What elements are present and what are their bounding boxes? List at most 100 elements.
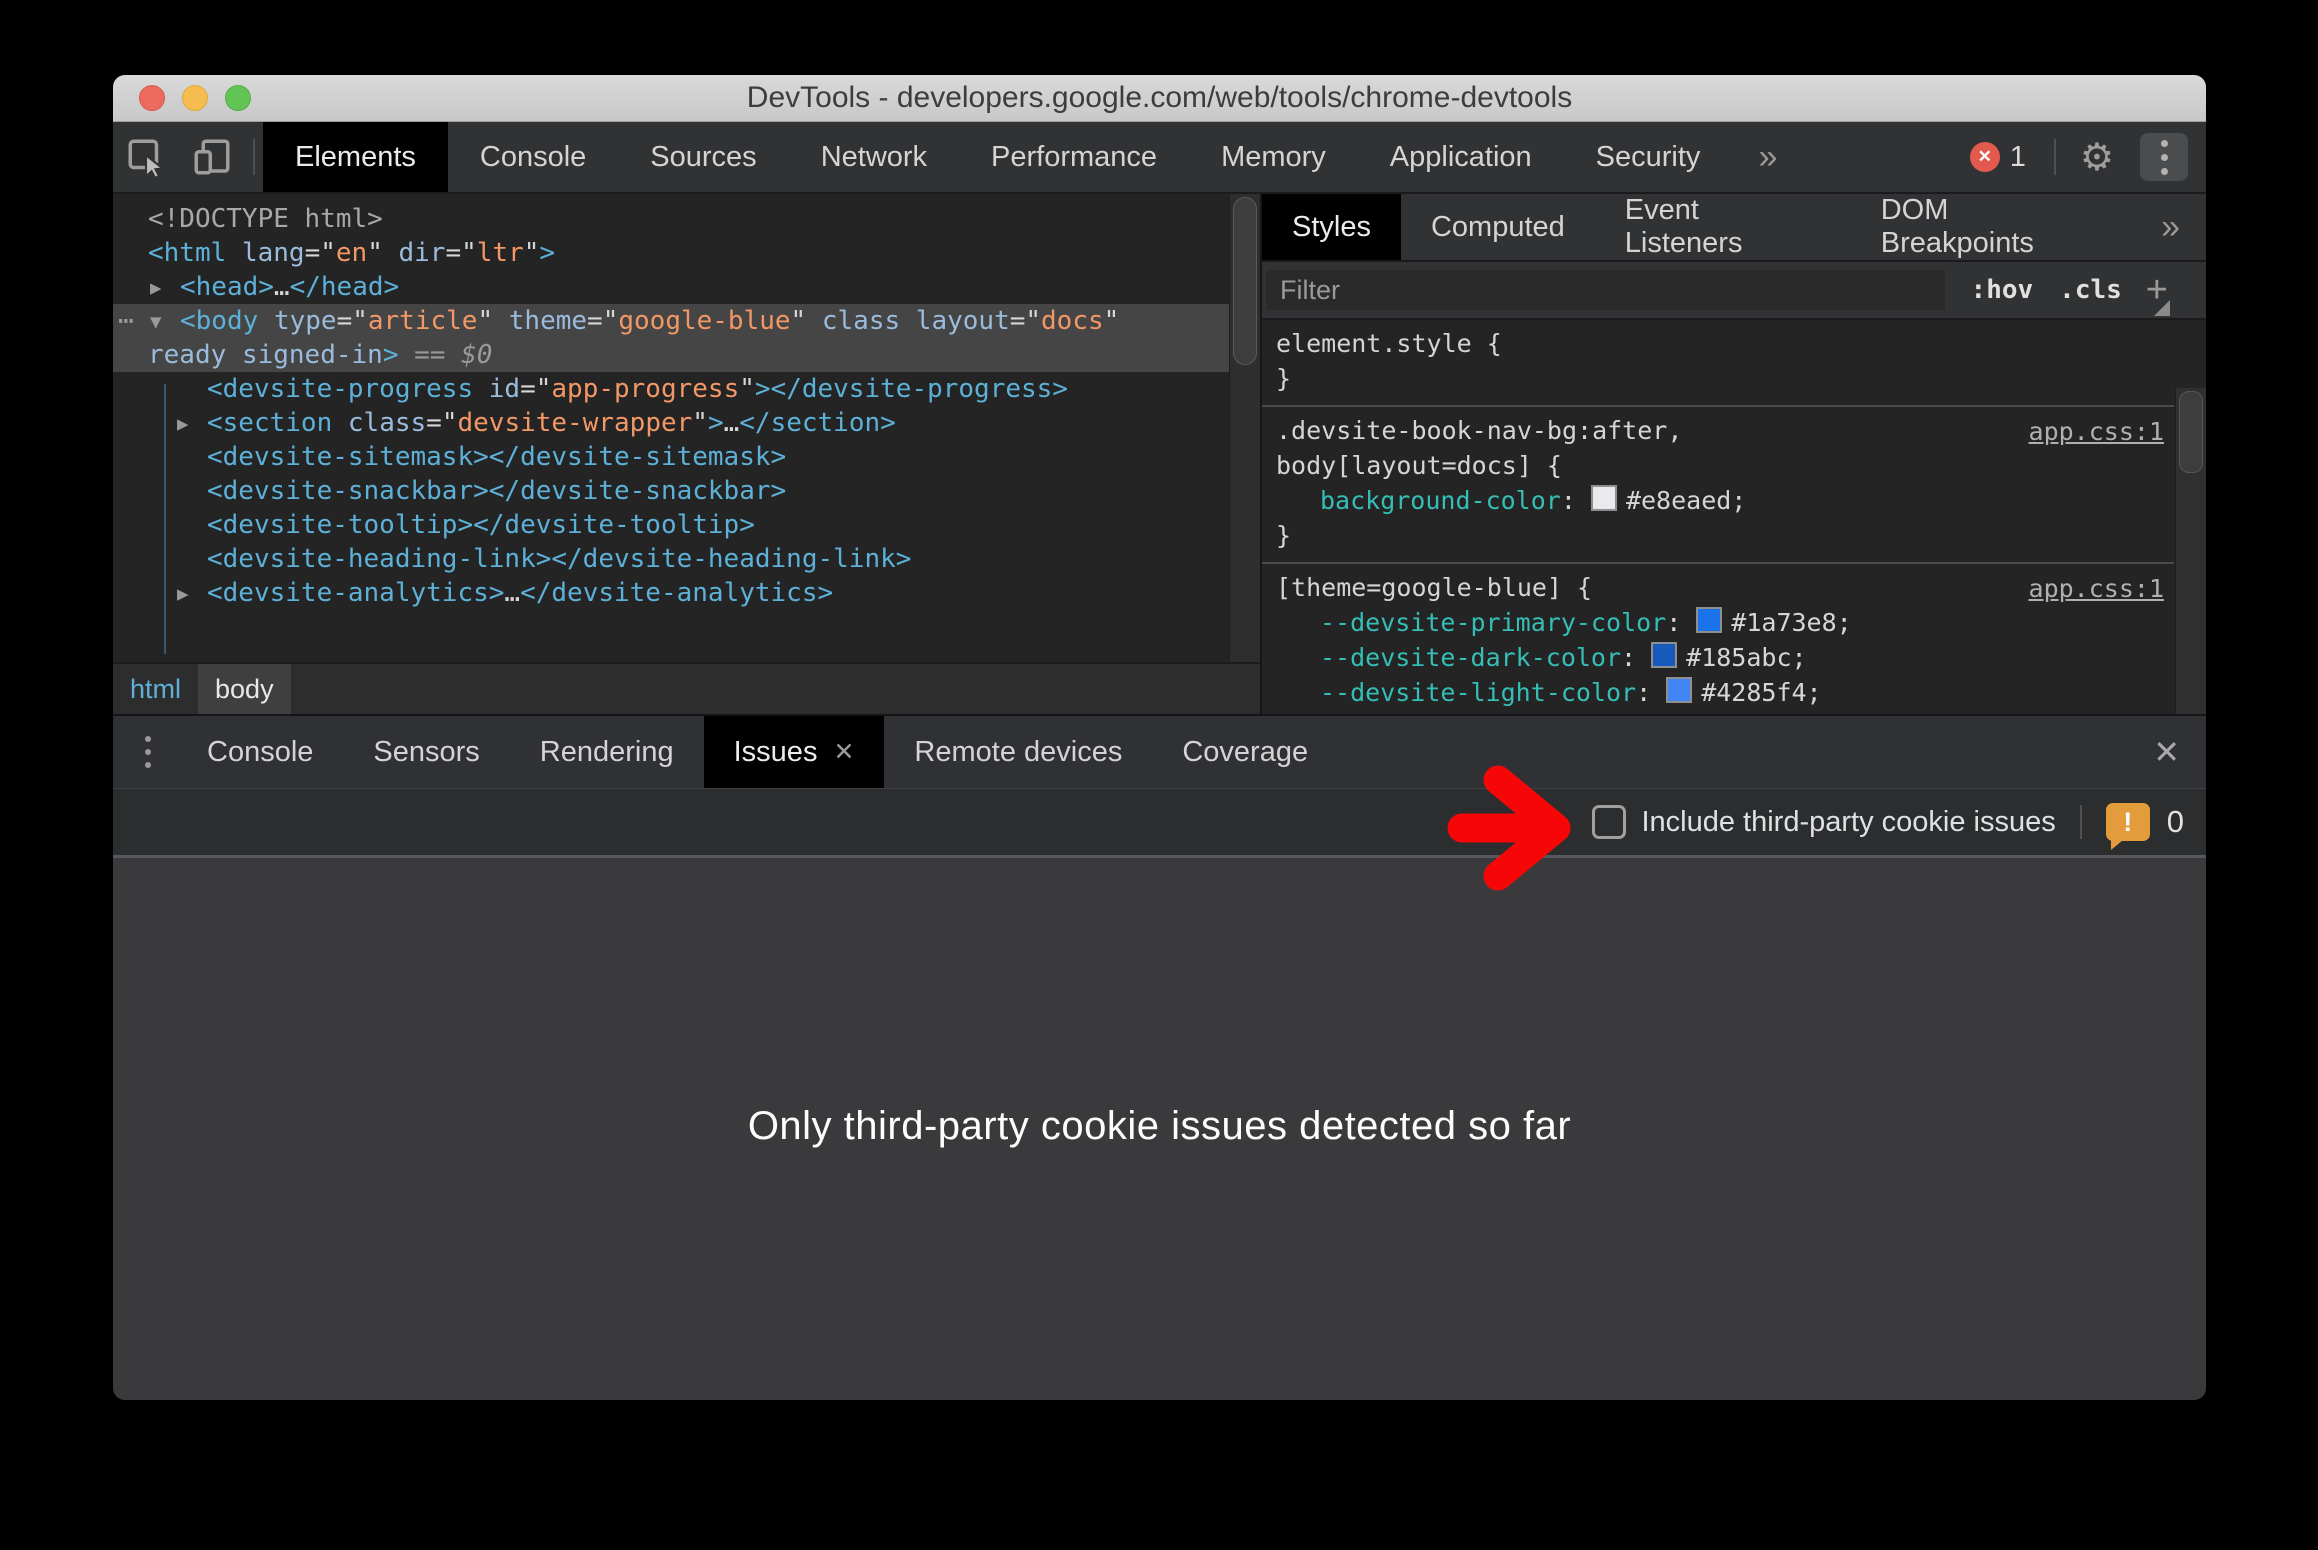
css-selector-line[interactable]: }: [1262, 518, 2174, 553]
issues-panel-body: Only third-party cookie issues detected …: [113, 858, 2206, 1400]
dom-tree-line[interactable]: ▶ <section class="devsite-wrapper">…</sec…: [113, 406, 1230, 440]
toolbar-tabs: Elements Console Sources Network Performance…: [263, 122, 1732, 192]
drawer-tab-coverage[interactable]: Coverage: [1152, 716, 1338, 788]
close-drawer-icon[interactable]: ✕: [2153, 716, 2180, 788]
dom-tree-line[interactable]: <devsite-tooltip></devsite-tooltip>: [113, 508, 1230, 542]
breadcrumb-body[interactable]: body: [198, 664, 291, 714]
elements-panel: <!DOCTYPE html> <html lang="en" dir="ltr"…: [113, 194, 1260, 714]
dom-tree-line[interactable]: ⋯ ▼ <body type="article" theme="google-blu…: [113, 304, 1230, 338]
styles-tab-event-listeners[interactable]: Event Listeners: [1595, 194, 1851, 260]
styles-scrollbar[interactable]: [2175, 388, 2206, 714]
css-declaration[interactable]: --devsite-dark-color: #185abc;: [1262, 640, 2174, 675]
css-declaration[interactable]: --devsite-light-color: #4285f4;: [1262, 675, 2174, 710]
collapse-node-icon[interactable]: ▼: [150, 305, 161, 339]
toggle-device-toolbar-button[interactable]: [179, 122, 245, 192]
close-issues-tab-icon[interactable]: ✕: [833, 737, 854, 767]
dom-tree-line[interactable]: <devsite-snackbar></devsite-snackbar>: [113, 474, 1230, 508]
dom-tree-line[interactable]: ▶ <head>…</head>: [113, 270, 1230, 304]
expand-node-icon[interactable]: ▶: [177, 577, 188, 611]
include-third-party-cookie-checkbox[interactable]: [1592, 805, 1627, 839]
styles-content: element.style {} app.css:1 .devsite-book-n…: [1262, 320, 2206, 714]
devtools-window: DevTools - developers.google.com/web/too…: [113, 75, 2206, 1400]
styles-more-tabs-chevron[interactable]: »: [2135, 194, 2206, 260]
color-swatch[interactable]: [1666, 677, 1693, 703]
issues-toolbar: Include third-party cookie issues ! 0: [113, 788, 2206, 858]
dom-tree-line[interactable]: <devsite-heading-link></devsite-heading-…: [113, 542, 1230, 576]
css-selector-line[interactable]: }: [1262, 361, 2174, 396]
inspect-element-button[interactable]: [113, 122, 179, 192]
toolbar-tab-sources[interactable]: Sources: [618, 122, 788, 192]
style-rules: element.style {} app.css:1 .devsite-book-n…: [1262, 320, 2174, 714]
stylesheet-link[interactable]: app.css:1: [2029, 571, 2164, 606]
css-declaration[interactable]: background-color: #e8eaed;: [1262, 483, 2174, 518]
pane-resize-triangle-icon[interactable]: [2154, 300, 2170, 316]
color-swatch[interactable]: [1651, 642, 1678, 668]
style-rule[interactable]: element.style {}: [1262, 320, 2174, 407]
toolbar-tab-console[interactable]: Console: [448, 122, 618, 192]
include-third-party-cookie-label[interactable]: Include third-party cookie issues: [1641, 806, 2055, 839]
stylesheet-link[interactable]: app.css:1: [2029, 414, 2164, 449]
issues-empty-message: Only third-party cookie issues detected …: [747, 1103, 1572, 1148]
toolbar-tab-performance[interactable]: Performance: [959, 122, 1189, 192]
toolbar-tab-elements[interactable]: Elements: [263, 122, 448, 192]
style-rule[interactable]: app.css:1 .devsite-book-nav-bg:after, body…: [1262, 407, 2174, 564]
dom-tree-line[interactable]: ready signed-in> == $0: [113, 338, 1230, 372]
css-selector-line[interactable]: element.style {: [1262, 326, 2174, 361]
toggle-hover-state-button[interactable]: :hov: [1971, 275, 2034, 305]
toolbar-tab-security[interactable]: Security: [1564, 122, 1733, 192]
dom-tree-line[interactable]: <devsite-progress id="app-progress"></de…: [113, 372, 1230, 406]
drawer-tab-strip: Console Sensors Rendering Issues ✕ Remote dev…: [177, 716, 1338, 788]
drawer-tab-remote-devices[interactable]: Remote devices: [884, 716, 1152, 788]
styles-tab-styles[interactable]: Styles: [1262, 194, 1401, 260]
error-badge[interactable]: ✕ 1: [1969, 140, 2026, 174]
toolbar-separator: [2079, 805, 2082, 839]
styles-filter-input[interactable]: [1266, 270, 1945, 310]
dom-tree-line[interactable]: <!DOCTYPE html>: [113, 202, 1230, 236]
dom-tree-line[interactable]: <html lang="en" dir="ltr">: [113, 236, 1230, 270]
breadcrumb-html[interactable]: html: [113, 664, 198, 714]
elements-scrollbar-thumb[interactable]: [1233, 197, 1257, 365]
elements-scrollbar[interactable]: [1229, 194, 1260, 662]
styles-panel: Styles Computed Event Listeners DOM Breakpo…: [1262, 194, 2206, 714]
css-declaration[interactable]: --devsite-primary-color: #1a73e8;: [1262, 605, 2174, 640]
dom-tree-line[interactable]: ▶ <devsite-analytics>…</devsite-analytics…: [113, 576, 1230, 610]
main-split: <!DOCTYPE html> <html lang="en" dir="ltr"…: [113, 194, 2206, 714]
devtools-main-toolbar: Elements Console Sources Network Performance…: [113, 122, 2206, 194]
style-rule[interactable]: app.css:1 [theme=google-blue] {--devsite-…: [1262, 564, 2174, 714]
error-circle-icon: ✕: [1969, 142, 2000, 172]
customize-devtools-menu-button[interactable]: [2140, 133, 2188, 181]
color-swatch[interactable]: [1696, 607, 1723, 633]
inspect-cursor-icon: [128, 139, 166, 178]
styles-tab-computed[interactable]: Computed: [1401, 194, 1595, 260]
breadcrumb: html body: [113, 662, 1260, 714]
drawer-menu-kebab-icon[interactable]: [113, 716, 177, 788]
node-actions-icon[interactable]: ⋯: [118, 304, 134, 338]
dom-tree: <!DOCTYPE html> <html lang="en" dir="ltr"…: [113, 194, 1230, 662]
expand-node-icon[interactable]: ▶: [177, 407, 188, 441]
drawer-tab-issues[interactable]: Issues ✕: [703, 716, 885, 788]
styles-tab-dom-breakpoints[interactable]: DOM Breakpoints: [1851, 194, 2135, 260]
color-swatch[interactable]: [1590, 485, 1617, 511]
styles-sidebar-tabs: Styles Computed Event Listeners DOM Breakpo…: [1262, 194, 2206, 262]
dom-tree-wrap: <!DOCTYPE html> <html lang="en" dir="ltr"…: [113, 194, 1260, 662]
dom-tree-line[interactable]: <devsite-sitemask></devsite-sitemask>: [113, 440, 1230, 474]
toolbar-tab-application[interactable]: Application: [1358, 122, 1564, 192]
settings-gear-icon[interactable]: ⚙: [2064, 135, 2130, 179]
issues-count: 0: [2166, 804, 2184, 839]
toolbar-tab-network[interactable]: Network: [789, 122, 959, 192]
toolbar-right-group: ✕ 1 ⚙: [1969, 122, 2206, 192]
error-count: 1: [2009, 140, 2026, 173]
element-classes-button[interactable]: .cls: [2059, 275, 2122, 305]
styles-scrollbar-thumb[interactable]: [2179, 391, 2203, 473]
drawer-tabs: Console Sensors Rendering Issues ✕ Remote dev…: [113, 716, 2206, 788]
drawer-tab-console[interactable]: Console: [177, 716, 343, 788]
window-title: DevTools - developers.google.com/web/too…: [746, 81, 1573, 114]
css-selector-line[interactable]: body[layout=docs] {: [1262, 448, 2174, 483]
styles-filter-row: :hov .cls +: [1262, 262, 2206, 320]
drawer-tab-rendering[interactable]: Rendering: [510, 716, 704, 788]
more-panels-chevron[interactable]: »: [1732, 122, 1803, 192]
expand-node-icon[interactable]: ▶: [150, 271, 161, 305]
toolbar-separator: [2053, 139, 2056, 175]
drawer-tab-sensors[interactable]: Sensors: [343, 716, 509, 788]
toolbar-tab-memory[interactable]: Memory: [1189, 122, 1358, 192]
